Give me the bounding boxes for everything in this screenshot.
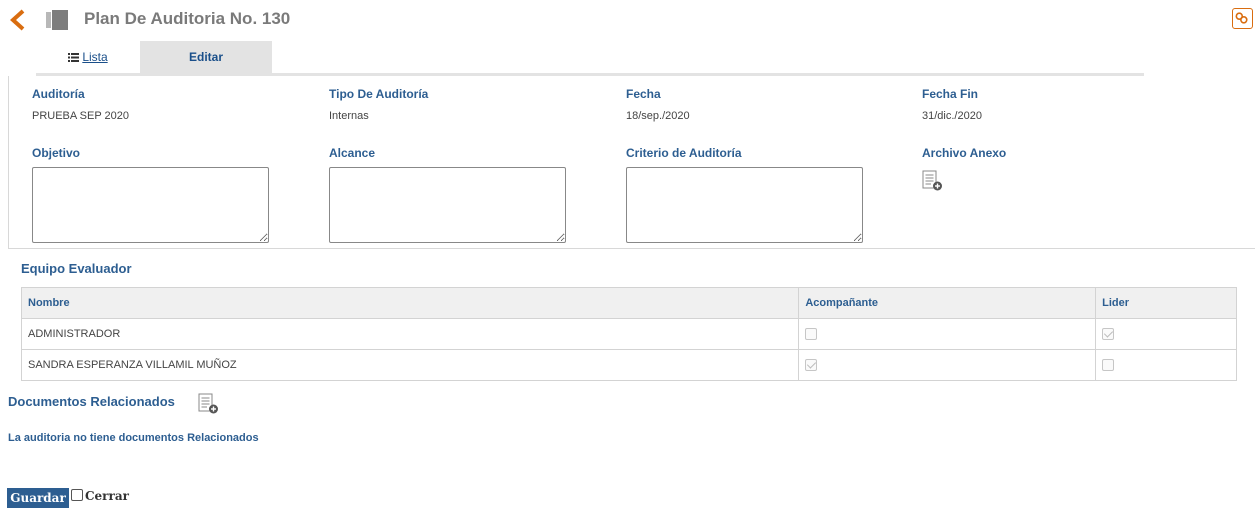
document-icon — [46, 10, 68, 30]
column-header-nombre[interactable]: Nombre — [20, 287, 800, 319]
criterio-textarea[interactable] — [626, 167, 863, 243]
table-row: ADMINISTRADOR — [20, 318, 1237, 350]
page-title: Plan De Auditoria No. 130 — [84, 9, 291, 28]
objetivo-label: Objetivo — [32, 146, 81, 160]
tab-lista[interactable]: Lista — [36, 41, 140, 73]
lider-checkbox[interactable] — [1102, 328, 1115, 341]
nombre-cell: SANDRA ESPERANZA VILLAMIL MUÑOZ — [20, 349, 800, 381]
documentos-relacionados-title: Documentos Relacionados — [8, 394, 175, 409]
page-header: Plan De Auditoria No. 130 — [0, 0, 1255, 38]
archivo-anexo-label: Archivo Anexo — [922, 146, 1007, 160]
equipo-table: Nombre Acompañante Lider ADMINISTRADOR S… — [20, 287, 1237, 381]
fecha-label: Fecha — [626, 87, 661, 101]
objetivo-textarea[interactable] — [32, 167, 269, 243]
lider-checkbox[interactable] — [1102, 359, 1115, 372]
tab-lista-label: Lista — [82, 50, 108, 64]
criterio-label: Criterio de Auditoría — [626, 146, 742, 160]
lider-cell — [1095, 318, 1237, 350]
nombre-cell: ADMINISTRADOR — [20, 318, 800, 350]
table-row: SANDRA ESPERANZA VILLAMIL MUÑOZ — [20, 349, 1237, 381]
link-button[interactable] — [1232, 8, 1253, 29]
list-icon — [68, 52, 80, 62]
fecha-fin-label: Fecha Fin — [922, 87, 979, 101]
alcance-textarea[interactable] — [329, 167, 566, 243]
attach-file-icon[interactable] — [922, 170, 944, 192]
save-button[interactable]: Guardar — [7, 488, 69, 508]
lider-cell — [1095, 349, 1237, 381]
acompanante-cell — [798, 318, 1097, 350]
tab-editar[interactable]: Editar — [140, 41, 272, 73]
auditoria-label: Auditoría — [32, 87, 85, 101]
column-header-lider[interactable]: Lider — [1095, 287, 1237, 319]
column-header-acompanante[interactable]: Acompañante — [798, 287, 1097, 319]
close-label: Cerrar — [85, 489, 129, 503]
chevron-left-icon[interactable] — [8, 9, 28, 31]
equipo-evaluador-title: Equipo Evaluador — [21, 261, 132, 276]
table-header-row: Nombre Acompañante Lider — [20, 287, 1237, 319]
fecha-fin-value: 31/dic./2020 — [922, 110, 982, 122]
tipo-auditoria-value: Internas — [329, 110, 369, 122]
close-checkbox[interactable] — [71, 489, 83, 501]
acompanante-checkbox[interactable] — [805, 359, 818, 372]
no-documents-message: La auditoria no tiene documentos Relacio… — [8, 432, 259, 444]
tipo-auditoria-label: Tipo De Auditoría — [329, 87, 429, 101]
auditoria-value: PRUEBA SEP 2020 — [32, 110, 130, 122]
fecha-value: 18/sep./2020 — [626, 110, 690, 122]
add-document-icon[interactable] — [198, 393, 220, 415]
link-icon — [1235, 12, 1248, 24]
acompanante-cell — [798, 349, 1097, 381]
acompanante-checkbox[interactable] — [805, 328, 818, 341]
tab-editar-label: Editar — [188, 50, 223, 64]
alcance-label: Alcance — [329, 146, 376, 160]
